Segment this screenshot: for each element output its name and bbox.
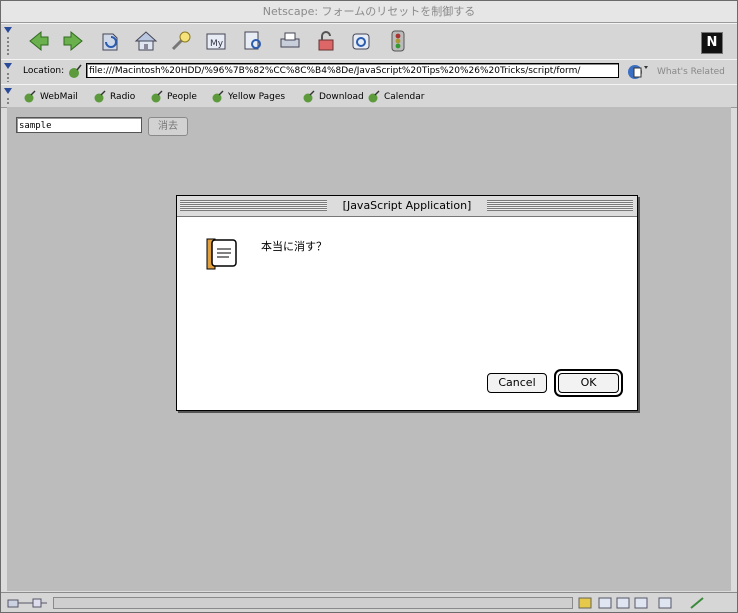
bookmark-label: Calendar [384, 92, 425, 102]
bookmark-label: Yellow Pages [228, 92, 286, 102]
whats-related-icon[interactable] [627, 63, 649, 80]
navigation-toolbar: My N [1, 23, 737, 60]
bookmark-label: Download [319, 92, 364, 102]
bookmark-icon [151, 90, 163, 102]
bookmark-webmail[interactable]: WebMail [23, 89, 78, 105]
home-icon[interactable] [134, 28, 158, 54]
bookmark-radio[interactable]: Radio [93, 89, 135, 105]
netscape-logo[interactable]: N [701, 32, 723, 54]
print-icon[interactable] [278, 28, 302, 54]
svg-text:My: My [210, 39, 224, 49]
bookmark-label: People [167, 92, 197, 102]
browser-window: Netscape: フォームのリセットを制御する My N Location: … [0, 0, 738, 613]
cancel-button[interactable]: Cancel [487, 373, 547, 393]
dialog-title: [JavaScript Application] [327, 199, 487, 213]
location-url-field[interactable]: file:///Macintosh%20HDD/%96%7B%82%CC%8C%… [86, 63, 619, 78]
component-bar[interactable] [577, 595, 717, 611]
forward-icon[interactable] [61, 28, 85, 54]
my-netscape-icon[interactable]: My [204, 28, 228, 54]
speech-note-icon [206, 238, 237, 270]
search-icon[interactable] [169, 28, 193, 54]
reload-icon[interactable] [98, 28, 122, 54]
stop-icon[interactable] [386, 28, 410, 54]
page-proxy-icon[interactable] [67, 64, 83, 80]
whats-related-label[interactable]: What's Related [657, 67, 725, 77]
bookmark-label: Radio [110, 92, 136, 102]
bookmark-icon [212, 90, 224, 102]
status-bar [1, 592, 737, 612]
bookmark-yellow-pages[interactable]: Yellow Pages [211, 89, 285, 105]
connection-status-icon [7, 598, 47, 608]
window-title: Netscape: フォームのリセットを制御する [1, 1, 737, 23]
bookmark-icon [24, 90, 36, 102]
toolbar-collapse-handle[interactable] [3, 60, 13, 84]
bookmark-icon [368, 90, 380, 102]
bookmark-icon [303, 90, 315, 102]
guide-icon[interactable] [241, 28, 265, 54]
back-icon[interactable] [27, 28, 51, 54]
security-icon[interactable] [314, 28, 338, 54]
progress-bar [53, 597, 573, 609]
personal-toolbar: WebMail Radio People Yellow Pages Downlo… [1, 84, 737, 108]
shop-icon[interactable] [349, 28, 373, 54]
location-label: Location: [23, 66, 65, 76]
dialog-title-bar[interactable]: [JavaScript Application] [177, 196, 637, 217]
bookmark-calendar[interactable]: Calendar [367, 89, 424, 105]
location-toolbar: Location: file:///Macintosh%20HDD/%96%7B… [1, 59, 737, 85]
toolbar-collapse-handle[interactable] [3, 24, 13, 59]
bookmark-label: WebMail [40, 92, 78, 102]
clear-button[interactable]: 消去 [148, 117, 188, 136]
dialog-message: 本当に消す？ [261, 240, 327, 253]
javascript-confirm-dialog: [JavaScript Application] 本当に消す？ Cancel O… [176, 195, 638, 411]
ok-button[interactable]: OK [558, 373, 619, 393]
bookmark-people[interactable]: People [150, 89, 197, 105]
toolbar-collapse-handle[interactable] [3, 85, 13, 107]
bookmark-icon [94, 90, 106, 102]
form-text-input[interactable]: sample [16, 117, 142, 133]
bookmark-download[interactable]: Download [302, 89, 364, 105]
